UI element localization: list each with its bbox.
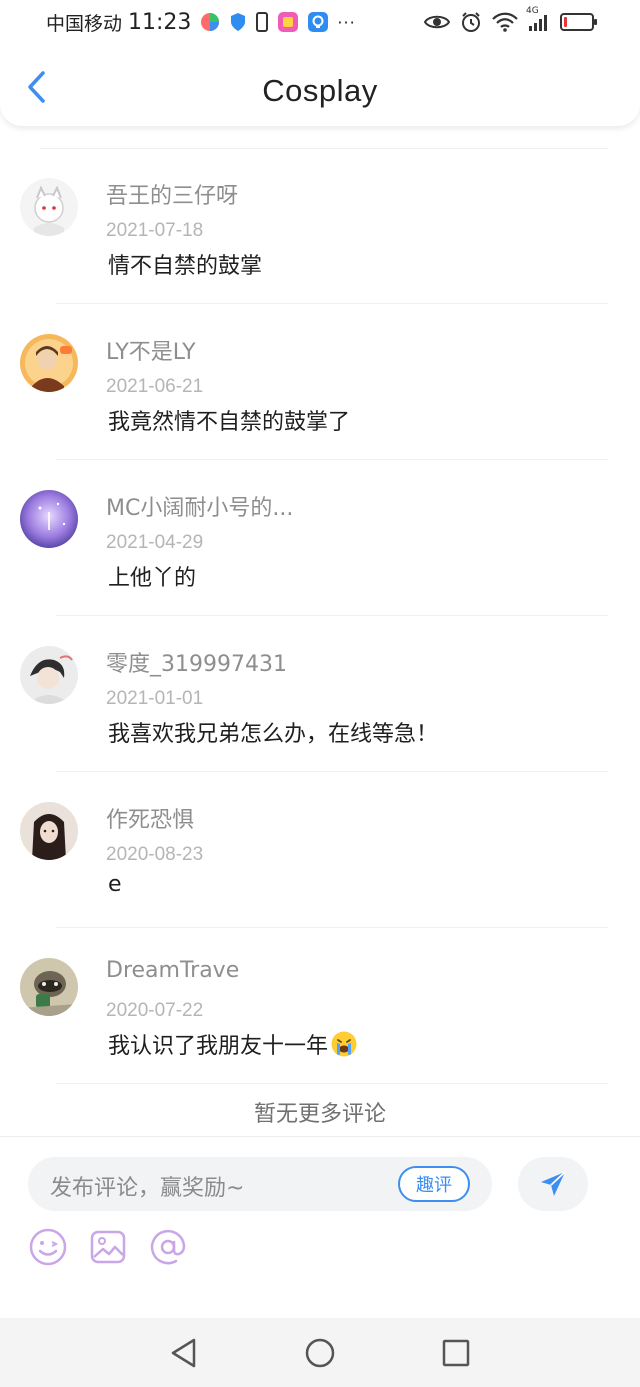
chevron-left-icon <box>28 71 45 103</box>
divider <box>56 1083 608 1084</box>
eye-icon <box>424 13 450 31</box>
comment-username[interactable]: 零度_319997431 <box>106 646 287 678</box>
smiley-icon <box>29 1228 67 1266</box>
battery-icon <box>560 13 597 31</box>
nav-recents-button[interactable] <box>438 1335 474 1371</box>
back-triangle-icon <box>171 1338 196 1367</box>
network-type-label: 4G <box>526 6 539 16</box>
nav-back-button[interactable] <box>166 1335 202 1371</box>
image-icon <box>90 1230 126 1264</box>
emoji-button[interactable] <box>28 1227 68 1267</box>
comment-text: e <box>108 872 122 897</box>
comment-item[interactable]: DreamTrave 2020-07-22 我认识了我朋友十一年 <box>0 928 640 1084</box>
wifi-icon <box>492 12 518 32</box>
avatar[interactable] <box>20 958 78 1016</box>
battery-level-fill <box>564 17 567 27</box>
comment-item[interactable]: 零度_319997431 2021-01-01 我喜欢我兄弟怎么办，在线等急！ <box>0 616 640 772</box>
page-title: Cosplay <box>262 73 378 108</box>
lightbulb-icon <box>307 11 329 33</box>
comment-date: 2020-07-22 <box>106 1000 204 1021</box>
comment-username[interactable]: MC小阔耐小号的... <box>106 490 293 522</box>
avatar[interactable] <box>20 802 78 860</box>
recents-square-icon <box>442 1339 470 1366</box>
comment-input-placeholder: 发布评论，赢奖励~ <box>50 1176 245 1201</box>
comment-text: 我喜欢我兄弟怎么办，在线等急！ <box>108 722 439 747</box>
no-more-comments-label: 暂无更多评论 <box>253 1102 386 1127</box>
comment-username[interactable]: 作死恐惧 <box>106 802 194 834</box>
comment-composer: 发布评论，赢奖励~ 趣评 <box>0 1136 640 1316</box>
system-nav-bar <box>0 1318 640 1387</box>
composer-tools <box>28 1227 188 1267</box>
comment-item[interactable]: 作死恐惧 2020-08-23 e <box>0 772 640 928</box>
comment-date: 2020-08-23 <box>106 844 204 865</box>
clock: 11:23 <box>128 9 192 35</box>
comment-username[interactable]: DreamTrave <box>106 958 239 983</box>
comment-date: 2021-01-01 <box>106 688 204 709</box>
comment-text: 我竟然情不自禁的鼓掌了 <box>108 410 351 435</box>
nav-home-button[interactable] <box>302 1335 338 1371</box>
alarm-icon <box>460 11 482 33</box>
signal-icon: 4G <box>526 6 550 32</box>
shield-icon <box>229 12 247 32</box>
comment-item[interactable]: MC小阔耐小号的... 2021-04-29 上他丫的 <box>0 460 640 616</box>
comment-date: 2021-07-18 <box>106 220 204 241</box>
avatar[interactable] <box>20 178 78 236</box>
avatar[interactable] <box>20 490 78 548</box>
comment-text: 上他丫的 <box>108 566 197 591</box>
comment-text: 情不自禁的鼓掌 <box>108 254 263 279</box>
comment-date: 2021-04-29 <box>106 532 204 553</box>
app-screen: 中国移动 11:23 ··· 4G Cosplay 吾王的三仔呀 2021-07… <box>0 0 640 1387</box>
carrier-label: 中国移动 <box>46 12 123 35</box>
comment-date: 2021-06-21 <box>106 376 204 397</box>
avatar[interactable] <box>20 646 78 704</box>
header-bar: Cosplay <box>0 44 640 126</box>
app-notification-icon-2 <box>277 11 299 33</box>
app-notification-icon <box>199 11 221 33</box>
home-circle-icon <box>305 1338 335 1367</box>
back-button[interactable] <box>20 70 52 104</box>
comment-item[interactable]: 吾王的三仔呀 2021-07-18 情不自禁的鼓掌 <box>0 148 640 304</box>
at-icon <box>150 1229 186 1265</box>
send-button[interactable] <box>518 1157 588 1211</box>
mention-button[interactable] <box>148 1227 188 1267</box>
qupin-button[interactable]: 趣评 <box>398 1166 470 1202</box>
send-icon <box>541 1171 566 1196</box>
comment-input[interactable]: 发布评论，赢奖励~ 趣评 <box>28 1157 492 1211</box>
crying-face-icon <box>330 1030 358 1064</box>
more-notifications-icon: ··· <box>337 12 356 32</box>
phone-icon <box>255 11 269 33</box>
comment-username[interactable]: 吾王的三仔呀 <box>106 178 238 210</box>
avatar[interactable] <box>20 334 78 392</box>
comment-item[interactable]: LY不是LY 2021-06-21 我竟然情不自禁的鼓掌了 <box>0 304 640 460</box>
status-bar: 中国移动 11:23 ··· 4G <box>0 0 640 44</box>
comment-text-row: 我认识了我朋友十一年 <box>108 1028 358 1064</box>
comment-text: 我认识了我朋友十一年 <box>108 1034 329 1059</box>
image-button[interactable] <box>88 1227 128 1267</box>
comment-username[interactable]: LY不是LY <box>106 334 196 366</box>
